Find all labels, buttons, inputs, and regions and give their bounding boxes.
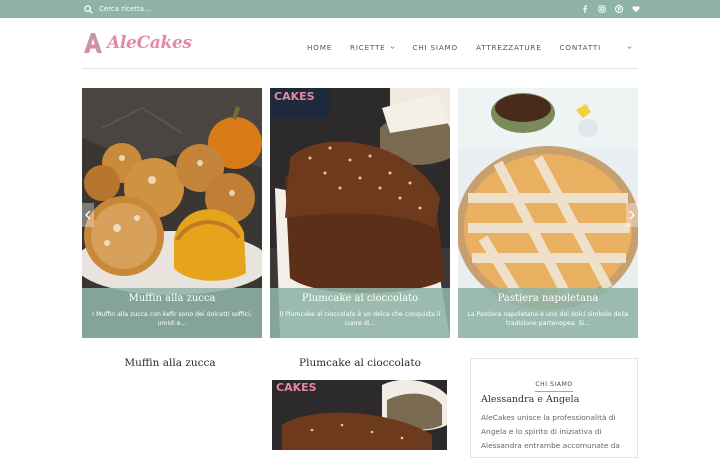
more-menu-button[interactable] — [623, 45, 632, 50]
nav-home[interactable]: HOME — [307, 43, 332, 52]
nav-contatti[interactable]: CONTATTI — [560, 43, 601, 52]
facebook-icon[interactable] — [581, 5, 589, 13]
nav-ricette-label: RICETTE — [350, 43, 386, 52]
top-bar: Cerca ricetta... — [0, 0, 720, 18]
site-logo[interactable]: AleCakes — [82, 32, 192, 54]
chevron-left-icon — [85, 210, 91, 220]
search-input[interactable]: Cerca ricetta... — [99, 5, 151, 13]
slide-title[interactable]: Plumcake al cioccolato — [278, 293, 442, 304]
post-thumbnail[interactable]: CAKES — [272, 380, 447, 450]
slide-caption: Pastiera napoletana La Pastiera napoleta… — [458, 288, 638, 338]
chevron-down-icon — [627, 46, 632, 49]
search-icon — [84, 4, 93, 14]
slider-prev-button[interactable] — [82, 203, 94, 227]
logo-mark-icon — [84, 33, 102, 54]
chevron-right-icon — [629, 210, 635, 220]
main-navigation: HOME RICETTE CHI SIAMO ATTREZZATURE CONT… — [307, 43, 632, 52]
pinterest-icon[interactable] — [615, 5, 623, 13]
slide-excerpt: I Muffin alla zucca con kefir sono dei d… — [92, 311, 252, 327]
slide-excerpt: Il Plumcake al cioccolato è un dolce che… — [279, 311, 441, 327]
slide-plumcake[interactable]: CAKES Plumcake al cioccolato Il Plumcake… — [270, 88, 450, 338]
post-title[interactable]: Plumcake al cioccolato — [272, 357, 448, 369]
nav-ricette[interactable]: RICETTE — [350, 43, 394, 52]
logo-text: AleCakes — [107, 33, 192, 53]
social-links — [581, 3, 640, 15]
packaging-label: CAKES — [274, 90, 315, 103]
widget-authors: Alessandra e Angela — [481, 394, 580, 405]
widget-heading: CHI SIAMO — [471, 371, 637, 392]
featured-slider: Muffin alla zucca I Muffin alla zucca co… — [82, 88, 638, 338]
slide-title[interactable]: Pastiera napoletana — [466, 293, 630, 304]
chevron-down-icon — [390, 46, 394, 49]
nav-attrezzature[interactable]: ATTREZZATURE — [476, 43, 542, 52]
slide-caption: Plumcake al cioccolato Il Plumcake al ci… — [270, 288, 450, 338]
slide-caption: Muffin alla zucca I Muffin alla zucca co… — [82, 288, 262, 338]
post-title[interactable]: Muffin alla zucca — [82, 357, 258, 369]
slide-pastiera[interactable]: Pastiera napoletana La Pastiera napoleta… — [458, 88, 638, 338]
packaging-label: CAKES — [276, 381, 317, 394]
instagram-icon[interactable] — [598, 5, 606, 13]
widget-description: AleCakes unisce la professionalità di An… — [481, 413, 620, 450]
about-widget: CHI SIAMO Alessandra e Angela AleCakes u… — [470, 358, 638, 458]
slide-title[interactable]: Muffin alla zucca — [90, 293, 254, 304]
widget-heading-label: CHI SIAMO — [535, 381, 573, 392]
slide-excerpt: La Pastiera napoletana è uno dei dolci s… — [467, 311, 629, 327]
site-header: AleCakes HOME RICETTE CHI SIAMO ATTREZZA… — [82, 18, 638, 69]
nav-chi-siamo[interactable]: CHI SIAMO — [413, 43, 459, 52]
heart-icon[interactable] — [632, 5, 640, 13]
slider-next-button[interactable] — [626, 203, 638, 227]
slide-muffin[interactable]: Muffin alla zucca I Muffin alla zucca co… — [82, 88, 262, 338]
search-box[interactable]: Cerca ricetta... — [84, 3, 151, 15]
